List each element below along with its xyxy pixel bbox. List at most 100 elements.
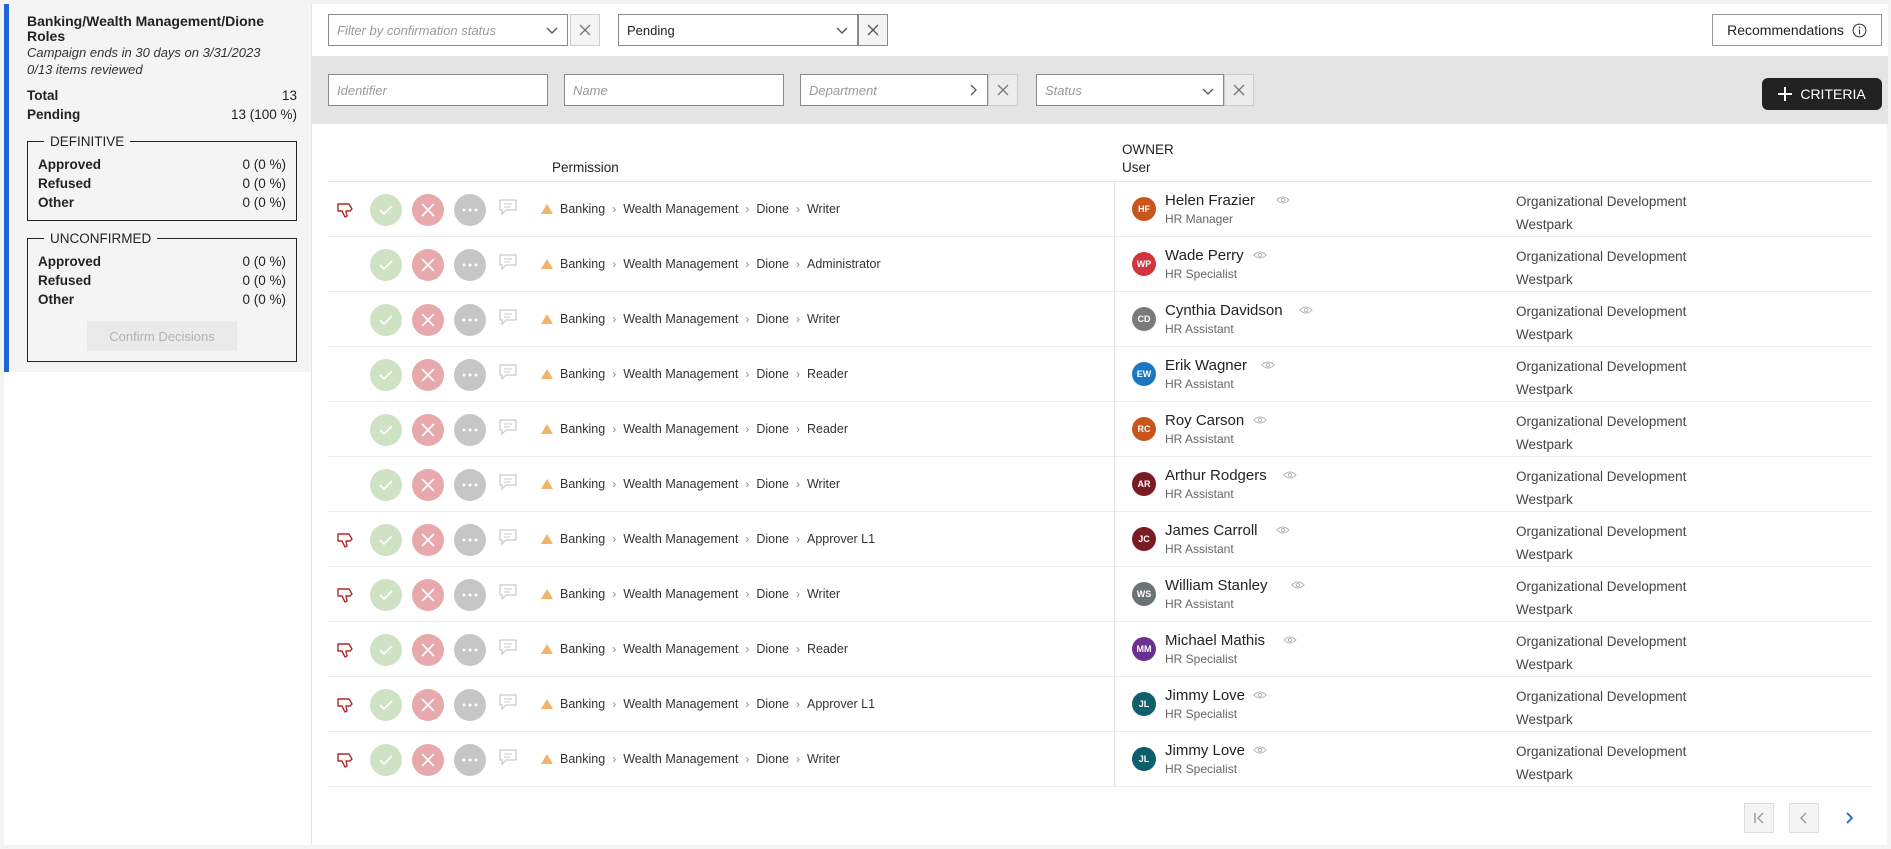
comment-icon[interactable] (498, 363, 518, 381)
comment-icon[interactable] (498, 253, 518, 271)
user-name[interactable]: Wade Perry (1165, 247, 1244, 264)
table-row[interactable]: Banking › Wealth Management › Dione › Writer WS… (328, 567, 1872, 622)
more-options-button[interactable] (454, 249, 486, 281)
comment-icon[interactable] (498, 693, 518, 711)
eye-icon[interactable] (1253, 690, 1267, 700)
campaign-card[interactable]: Banking/Wealth Management/Dione Roles Ca… (4, 4, 311, 372)
user-name[interactable]: Jimmy Love (1165, 742, 1245, 759)
thumbs-down-icon[interactable] (336, 585, 356, 605)
user-name[interactable]: James Carroll (1165, 522, 1258, 539)
user-name[interactable]: Arthur Rodgers (1165, 467, 1267, 484)
table-row[interactable]: Banking › Wealth Management › Dione › Writer JL… (328, 732, 1872, 787)
permission-path[interactable]: Banking › Wealth Management › Dione › Reader (560, 642, 848, 656)
refuse-button[interactable] (412, 414, 444, 446)
refuse-button[interactable] (412, 524, 444, 556)
clear-confirmation-button[interactable] (570, 14, 600, 46)
approve-button[interactable] (370, 744, 402, 776)
refuse-button[interactable] (412, 359, 444, 391)
permission-path[interactable]: Banking › Wealth Management › Dione › Writer (560, 752, 840, 766)
first-page-button[interactable] (1744, 803, 1774, 833)
approve-button[interactable] (370, 579, 402, 611)
approve-button[interactable] (370, 249, 402, 281)
refuse-button[interactable] (412, 744, 444, 776)
refuse-button[interactable] (412, 634, 444, 666)
comment-icon[interactable] (498, 583, 518, 601)
clear-status-filter-button[interactable] (1224, 74, 1254, 106)
permission-path[interactable]: Banking › Wealth Management › Dione › Writer (560, 202, 840, 216)
table-row[interactable]: Banking › Wealth Management › Dione › Administ… (328, 237, 1872, 292)
confirmation-status-select[interactable]: Filter by confirmation status (328, 14, 568, 46)
refuse-button[interactable] (412, 249, 444, 281)
table-row[interactable]: Banking › Wealth Management › Dione › Approver… (328, 512, 1872, 567)
user-name[interactable]: Erik Wagner (1165, 357, 1247, 374)
permission-path[interactable]: Banking › Wealth Management › Dione › Reader (560, 422, 848, 436)
more-options-button[interactable] (454, 304, 486, 336)
refuse-button[interactable] (412, 689, 444, 721)
table-row[interactable]: Banking › Wealth Management › Dione › Writer CD… (328, 292, 1872, 347)
status-filter-select[interactable]: Pending (618, 14, 858, 46)
table-row[interactable]: Banking › Wealth Management › Dione › Reader EW… (328, 347, 1872, 402)
comment-icon[interactable] (498, 418, 518, 436)
permission-column-header[interactable]: Permission (552, 160, 619, 175)
approve-button[interactable] (370, 634, 402, 666)
add-criteria-button[interactable]: CRITERIA (1762, 78, 1882, 110)
user-column-header[interactable]: User (1122, 160, 1151, 175)
permission-path[interactable]: Banking › Wealth Management › Dione › Reader (560, 367, 848, 381)
comment-icon[interactable] (498, 473, 518, 491)
comment-icon[interactable] (498, 198, 518, 216)
approve-button[interactable] (370, 469, 402, 501)
permission-path[interactable]: Banking › Wealth Management › Dione › Writer (560, 312, 840, 326)
user-name[interactable]: Helen Frazier (1165, 192, 1255, 209)
comment-icon[interactable] (498, 638, 518, 656)
identifier-input[interactable]: Identifier (328, 74, 548, 106)
more-options-button[interactable] (454, 194, 486, 226)
confirm-decisions-button[interactable]: Confirm Decisions (87, 321, 237, 351)
permission-path[interactable]: Banking › Wealth Management › Dione › Writer (560, 587, 840, 601)
more-options-button[interactable] (454, 524, 486, 556)
clear-department-button[interactable] (988, 74, 1018, 106)
more-options-button[interactable] (454, 744, 486, 776)
refuse-button[interactable] (412, 194, 444, 226)
status-input[interactable]: Status (1036, 74, 1224, 106)
recommendations-button[interactable]: Recommendations (1712, 14, 1882, 46)
next-page-button[interactable] (1834, 803, 1864, 833)
eye-icon[interactable] (1253, 745, 1267, 755)
comment-icon[interactable] (498, 748, 518, 766)
more-options-button[interactable] (454, 689, 486, 721)
approve-button[interactable] (370, 359, 402, 391)
thumbs-down-icon[interactable] (336, 200, 356, 220)
eye-icon[interactable] (1283, 470, 1298, 480)
user-name[interactable]: William Stanley (1165, 577, 1268, 594)
comment-icon[interactable] (498, 528, 518, 546)
user-name[interactable]: Jimmy Love (1165, 687, 1245, 704)
eye-icon[interactable] (1283, 635, 1298, 645)
previous-page-button[interactable] (1789, 803, 1819, 833)
clear-status-button[interactable] (858, 14, 888, 46)
user-name[interactable]: Cynthia Davidson (1165, 302, 1283, 319)
permission-path[interactable]: Banking › Wealth Management › Dione › Approver… (560, 532, 875, 546)
table-row[interactable]: Banking › Wealth Management › Dione › Writer AR… (328, 457, 1872, 512)
thumbs-down-icon[interactable] (336, 640, 356, 660)
approve-button[interactable] (370, 689, 402, 721)
approve-button[interactable] (370, 304, 402, 336)
table-row[interactable]: Banking › Wealth Management › Dione › Reader RC… (328, 402, 1872, 457)
table-row[interactable]: Banking › Wealth Management › Dione › Approver… (328, 677, 1872, 732)
approve-button[interactable] (370, 524, 402, 556)
user-name[interactable]: Roy Carson (1165, 412, 1244, 429)
department-input[interactable]: Department (800, 74, 988, 106)
more-options-button[interactable] (454, 469, 486, 501)
table-row[interactable]: Banking › Wealth Management › Dione › Writer HF… (328, 182, 1872, 237)
eye-icon[interactable] (1276, 525, 1290, 535)
thumbs-down-icon[interactable] (336, 695, 356, 715)
name-input[interactable]: Name (564, 74, 784, 106)
thumbs-down-icon[interactable] (336, 530, 356, 550)
comment-icon[interactable] (498, 308, 518, 326)
more-options-button[interactable] (454, 634, 486, 666)
permission-path[interactable]: Banking › Wealth Management › Dione › Approver… (560, 697, 875, 711)
eye-icon[interactable] (1253, 415, 1267, 425)
permission-path[interactable]: Banking › Wealth Management › Dione › Administ… (560, 257, 881, 271)
refuse-button[interactable] (412, 469, 444, 501)
eye-icon[interactable] (1298, 305, 1313, 315)
eye-icon[interactable] (1291, 580, 1305, 590)
more-options-button[interactable] (454, 414, 486, 446)
